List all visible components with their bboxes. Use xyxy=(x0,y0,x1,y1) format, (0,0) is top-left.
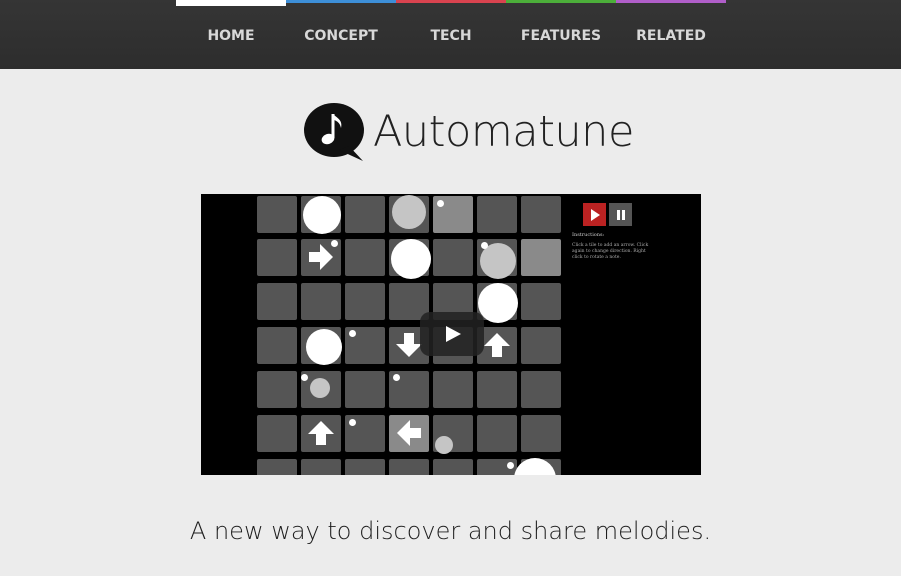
music-note-speech-bubble-icon xyxy=(304,103,364,161)
note-dot xyxy=(481,242,488,249)
nav-color-bar xyxy=(506,0,616,3)
video-play-button[interactable] xyxy=(420,312,484,356)
grid-tile xyxy=(345,371,385,408)
grid-tile xyxy=(257,196,297,233)
note-circle xyxy=(303,196,341,234)
nav-item-tech[interactable]: TECH xyxy=(396,0,506,69)
grid-tile xyxy=(433,459,473,475)
note-dot xyxy=(437,200,444,207)
logo-wordmark: Automatune xyxy=(373,107,634,157)
grid-tile xyxy=(521,371,561,408)
top-navigation-bar: HOME CONCEPT TECH FEATURES RELATED xyxy=(0,0,901,69)
grid-tile xyxy=(521,415,561,452)
instructions-text: Click a tile to add an arrow. Click agai… xyxy=(572,243,649,260)
instructions-title: Instructions: xyxy=(572,232,605,238)
pause-icon[interactable] xyxy=(609,203,632,226)
note-dot xyxy=(349,330,356,337)
grid-tile xyxy=(521,283,561,320)
nav-item-label: TECH xyxy=(430,28,472,44)
grid-tile xyxy=(257,415,297,452)
grid-tile xyxy=(433,239,473,276)
grid-tile xyxy=(345,239,385,276)
grid-tile xyxy=(521,239,561,276)
grid-tile xyxy=(301,459,341,475)
grid-tile xyxy=(433,371,473,408)
grid-tile xyxy=(521,196,561,233)
nav-item-home[interactable]: HOME xyxy=(176,0,286,69)
grid-tile xyxy=(389,459,429,475)
grid-tile xyxy=(345,196,385,233)
grid-tile xyxy=(477,371,517,408)
note-circle xyxy=(310,378,330,398)
nav-item-label: RELATED xyxy=(636,28,706,44)
grid-tile xyxy=(257,327,297,364)
arrow-up-icon xyxy=(308,421,334,445)
nav-item-label: CONCEPT xyxy=(304,28,378,44)
grid-tile xyxy=(301,283,341,320)
note-circle xyxy=(306,329,342,365)
grid-tile xyxy=(345,283,385,320)
nav-item-concept[interactable]: CONCEPT xyxy=(286,0,396,69)
grid-tile xyxy=(477,196,517,233)
grid-tile xyxy=(257,239,297,276)
note-dot xyxy=(393,374,400,381)
nav-color-bar xyxy=(616,0,726,3)
site-logo[interactable]: Automatune xyxy=(303,102,634,164)
nav-color-bar xyxy=(286,0,396,3)
arrow-right-icon xyxy=(309,244,333,270)
play-triangle-icon xyxy=(446,326,461,342)
demo-video-player[interactable]: Instructions: Click a tile to add an arr… xyxy=(201,194,701,475)
arrow-up-icon xyxy=(484,333,510,357)
grid-tile xyxy=(257,283,297,320)
grid-tile xyxy=(257,371,297,408)
note-circle xyxy=(392,195,426,229)
note-dot xyxy=(349,419,356,426)
note-circle xyxy=(435,436,453,454)
note-circle xyxy=(391,239,431,279)
note-dot xyxy=(507,462,514,469)
nav-color-bar xyxy=(176,0,286,6)
nav-color-bar xyxy=(396,0,506,3)
grid-tile xyxy=(521,327,561,364)
nav-item-features[interactable]: FEATURES xyxy=(506,0,616,69)
nav-item-related[interactable]: RELATED xyxy=(616,0,726,69)
grid-tile xyxy=(345,459,385,475)
note-circle xyxy=(478,283,518,323)
nav-item-label: HOME xyxy=(207,28,255,44)
grid-tile xyxy=(257,459,297,475)
note-dot xyxy=(301,374,308,381)
arrow-left-icon xyxy=(397,420,421,446)
tagline: A new way to discover and share melodies… xyxy=(189,517,712,545)
nav-item-label: FEATURES xyxy=(520,28,602,44)
play-icon[interactable] xyxy=(583,203,606,226)
grid-tile xyxy=(477,415,517,452)
